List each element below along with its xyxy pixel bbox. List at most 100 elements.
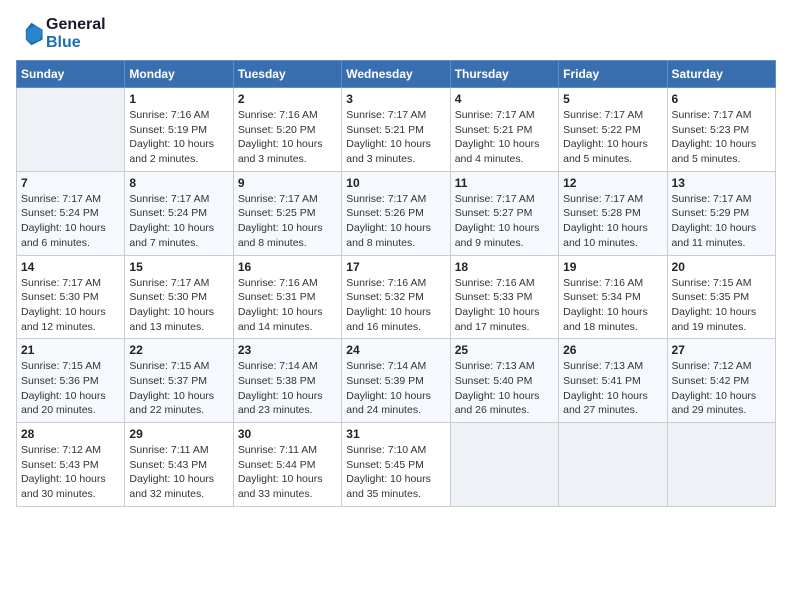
calendar-cell: 6 Sunrise: 7:17 AM Sunset: 5:23 PM Daylig… [667, 88, 775, 172]
day-info: Sunrise: 7:14 AM Sunset: 5:38 PM Dayligh… [238, 359, 337, 418]
calendar-day-header: Friday [559, 61, 667, 88]
day-number: 17 [346, 260, 445, 274]
calendar-cell: 29 Sunrise: 7:11 AM Sunset: 5:43 PM Dayli… [125, 423, 233, 507]
day-info: Sunrise: 7:16 AM Sunset: 5:33 PM Dayligh… [455, 276, 554, 335]
day-number: 28 [21, 427, 120, 441]
calendar-cell: 12Sunrise: 7:17 AM Sunset: 5:28 PM Dayli… [559, 171, 667, 255]
day-info: Sunrise: 7:16 AM Sunset: 5:32 PM Dayligh… [346, 276, 445, 335]
day-info: Sunrise: 7:17 AM Sunset: 5:30 PM Dayligh… [129, 276, 228, 335]
calendar-cell: 20 Sunrise: 7:15 AM Sunset: 5:35 PM Dayli… [667, 255, 775, 339]
day-info: Sunrise: 7:10 AM Sunset: 5:45 PM Dayligh… [346, 443, 445, 502]
day-number: 16 [238, 260, 337, 274]
calendar-week-row: 1 Sunrise: 7:16 AM Sunset: 5:19 PM Daylig… [17, 88, 776, 172]
calendar-cell: 4Sunrise: 7:17 AM Sunset: 5:21 PM Daylig… [450, 88, 558, 172]
calendar-cell: 13 Sunrise: 7:17 AM Sunset: 5:29 PM Dayli… [667, 171, 775, 255]
day-number: 15 [129, 260, 228, 274]
calendar-cell: 15 Sunrise: 7:17 AM Sunset: 5:30 PM Dayli… [125, 255, 233, 339]
calendar-week-row: 21 Sunrise: 7:15 AM Sunset: 5:36 PM Dayli… [17, 339, 776, 423]
calendar-cell: 2 Sunrise: 7:16 AM Sunset: 5:20 PM Daylig… [233, 88, 341, 172]
calendar-cell: 3Sunrise: 7:17 AM Sunset: 5:21 PM Daylig… [342, 88, 450, 172]
calendar-cell: 5Sunrise: 7:17 AM Sunset: 5:22 PM Daylig… [559, 88, 667, 172]
day-number: 12 [563, 176, 662, 190]
calendar-cell: 27 Sunrise: 7:12 AM Sunset: 5:42 PM Dayli… [667, 339, 775, 423]
day-info: Sunrise: 7:11 AM Sunset: 5:44 PM Dayligh… [238, 443, 337, 502]
calendar-cell: 16 Sunrise: 7:16 AM Sunset: 5:31 PM Dayli… [233, 255, 341, 339]
logo-text: General Blue [46, 16, 106, 52]
calendar-week-row: 28 Sunrise: 7:12 AM Sunset: 5:43 PM Dayli… [17, 423, 776, 507]
day-number: 31 [346, 427, 445, 441]
day-info: Sunrise: 7:14 AM Sunset: 5:39 PM Dayligh… [346, 359, 445, 418]
day-number: 25 [455, 343, 554, 357]
day-info: Sunrise: 7:17 AM Sunset: 5:27 PM Dayligh… [455, 192, 554, 251]
day-number: 27 [672, 343, 771, 357]
calendar-day-header: Sunday [17, 61, 125, 88]
day-info: Sunrise: 7:17 AM Sunset: 5:24 PM Dayligh… [21, 192, 120, 251]
day-info: Sunrise: 7:17 AM Sunset: 5:24 PM Dayligh… [129, 192, 228, 251]
calendar-cell: 31 Sunrise: 7:10 AM Sunset: 5:45 PM Dayli… [342, 423, 450, 507]
day-number: 10 [346, 176, 445, 190]
logo: General Blue [16, 16, 106, 52]
day-info: Sunrise: 7:16 AM Sunset: 5:19 PM Dayligh… [129, 108, 228, 167]
day-info: Sunrise: 7:15 AM Sunset: 5:36 PM Dayligh… [21, 359, 120, 418]
day-number: 23 [238, 343, 337, 357]
calendar-day-header: Saturday [667, 61, 775, 88]
calendar-cell: 26 Sunrise: 7:13 AM Sunset: 5:41 PM Dayli… [559, 339, 667, 423]
day-number: 18 [455, 260, 554, 274]
day-info: Sunrise: 7:17 AM Sunset: 5:21 PM Dayligh… [455, 108, 554, 167]
calendar-cell: 28 Sunrise: 7:12 AM Sunset: 5:43 PM Dayli… [17, 423, 125, 507]
calendar-cell: 22Sunrise: 7:15 AM Sunset: 5:37 PM Dayli… [125, 339, 233, 423]
day-number: 20 [672, 260, 771, 274]
calendar-cell: 21 Sunrise: 7:15 AM Sunset: 5:36 PM Dayli… [17, 339, 125, 423]
calendar-cell: 7Sunrise: 7:17 AM Sunset: 5:24 PM Daylig… [17, 171, 125, 255]
day-info: Sunrise: 7:12 AM Sunset: 5:42 PM Dayligh… [672, 359, 771, 418]
day-number: 14 [21, 260, 120, 274]
day-info: Sunrise: 7:17 AM Sunset: 5:30 PM Dayligh… [21, 276, 120, 335]
calendar-cell: 23 Sunrise: 7:14 AM Sunset: 5:38 PM Dayli… [233, 339, 341, 423]
day-info: Sunrise: 7:17 AM Sunset: 5:23 PM Dayligh… [672, 108, 771, 167]
day-info: Sunrise: 7:15 AM Sunset: 5:35 PM Dayligh… [672, 276, 771, 335]
calendar-week-row: 7Sunrise: 7:17 AM Sunset: 5:24 PM Daylig… [17, 171, 776, 255]
day-info: Sunrise: 7:17 AM Sunset: 5:29 PM Dayligh… [672, 192, 771, 251]
day-info: Sunrise: 7:16 AM Sunset: 5:20 PM Dayligh… [238, 108, 337, 167]
calendar-cell: 9 Sunrise: 7:17 AM Sunset: 5:25 PM Daylig… [233, 171, 341, 255]
calendar-cell: 8Sunrise: 7:17 AM Sunset: 5:24 PM Daylig… [125, 171, 233, 255]
day-number: 30 [238, 427, 337, 441]
day-info: Sunrise: 7:11 AM Sunset: 5:43 PM Dayligh… [129, 443, 228, 502]
day-info: Sunrise: 7:12 AM Sunset: 5:43 PM Dayligh… [21, 443, 120, 502]
day-info: Sunrise: 7:16 AM Sunset: 5:31 PM Dayligh… [238, 276, 337, 335]
day-number: 9 [238, 176, 337, 190]
calendar-cell [17, 88, 125, 172]
calendar-cell: 18 Sunrise: 7:16 AM Sunset: 5:33 PM Dayli… [450, 255, 558, 339]
calendar-cell: 14 Sunrise: 7:17 AM Sunset: 5:30 PM Dayli… [17, 255, 125, 339]
day-number: 29 [129, 427, 228, 441]
day-number: 6 [672, 92, 771, 106]
day-number: 2 [238, 92, 337, 106]
day-number: 24 [346, 343, 445, 357]
day-info: Sunrise: 7:13 AM Sunset: 5:41 PM Dayligh… [563, 359, 662, 418]
calendar-cell: 1 Sunrise: 7:16 AM Sunset: 5:19 PM Daylig… [125, 88, 233, 172]
calendar-cell: 30 Sunrise: 7:11 AM Sunset: 5:44 PM Dayli… [233, 423, 341, 507]
day-number: 19 [563, 260, 662, 274]
calendar-day-header: Monday [125, 61, 233, 88]
day-number: 21 [21, 343, 120, 357]
day-number: 1 [129, 92, 228, 106]
page-header: General Blue [16, 16, 776, 52]
calendar-cell: 24 Sunrise: 7:14 AM Sunset: 5:39 PM Dayli… [342, 339, 450, 423]
calendar-cell: 11 Sunrise: 7:17 AM Sunset: 5:27 PM Dayli… [450, 171, 558, 255]
calendar-week-row: 14 Sunrise: 7:17 AM Sunset: 5:30 PM Dayli… [17, 255, 776, 339]
calendar-cell: 19 Sunrise: 7:16 AM Sunset: 5:34 PM Dayli… [559, 255, 667, 339]
day-number: 26 [563, 343, 662, 357]
calendar-cell: 10Sunrise: 7:17 AM Sunset: 5:26 PM Dayli… [342, 171, 450, 255]
day-number: 22 [129, 343, 228, 357]
calendar-cell: 17 Sunrise: 7:16 AM Sunset: 5:32 PM Dayli… [342, 255, 450, 339]
day-info: Sunrise: 7:13 AM Sunset: 5:40 PM Dayligh… [455, 359, 554, 418]
day-info: Sunrise: 7:17 AM Sunset: 5:25 PM Dayligh… [238, 192, 337, 251]
calendar-day-header: Wednesday [342, 61, 450, 88]
calendar-day-header: Tuesday [233, 61, 341, 88]
calendar-table: SundayMondayTuesdayWednesdayThursdayFrid… [16, 60, 776, 507]
calendar-day-header: Thursday [450, 61, 558, 88]
day-info: Sunrise: 7:16 AM Sunset: 5:34 PM Dayligh… [563, 276, 662, 335]
day-number: 13 [672, 176, 771, 190]
day-number: 5 [563, 92, 662, 106]
day-number: 11 [455, 176, 554, 190]
